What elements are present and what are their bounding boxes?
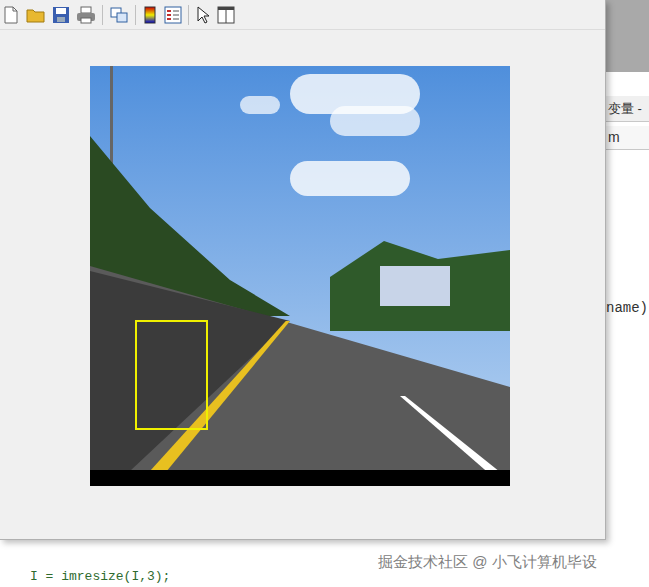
workspace-header: m	[600, 126, 649, 150]
figure-window	[0, 0, 606, 540]
code-line: I = imresize(I,3);	[30, 567, 170, 587]
command-text: name)	[606, 298, 648, 319]
open-folder-icon[interactable]	[26, 6, 46, 24]
main-window-top-bar	[600, 0, 649, 72]
pointer-icon[interactable]	[195, 6, 211, 24]
new-file-icon[interactable]	[2, 6, 20, 24]
print-icon[interactable]	[76, 6, 96, 24]
figure-toolbar	[0, 0, 605, 30]
link-plot-icon[interactable]	[109, 6, 129, 24]
colorbar-icon[interactable]	[142, 6, 158, 24]
legend-icon[interactable]	[164, 6, 182, 24]
property-editor-icon[interactable]	[217, 6, 235, 24]
variable-tab-strip: 变量 -	[600, 96, 649, 122]
watermark: 掘金技术社区 @ 小飞计算机毕设	[378, 551, 597, 574]
save-icon[interactable]	[52, 6, 70, 24]
image-axes	[90, 66, 510, 486]
